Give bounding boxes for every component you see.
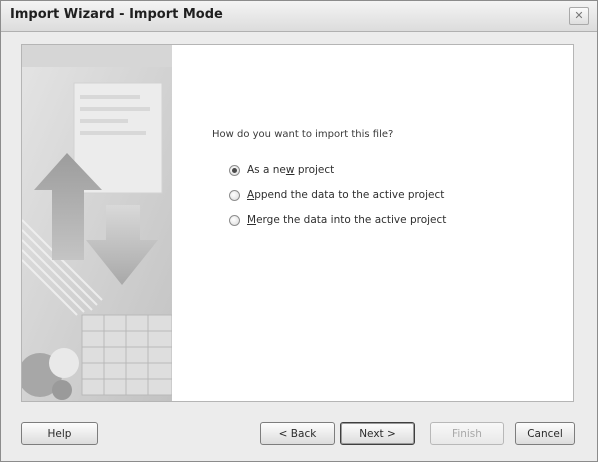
title-bar[interactable]: Import Wizard - Import Mode ✕ [1, 1, 597, 32]
finish-button[interactable]: Finish [430, 422, 504, 445]
help-button[interactable]: Help [21, 422, 98, 445]
close-button[interactable]: ✕ [569, 7, 589, 25]
radio-append-data[interactable] [229, 189, 240, 201]
import-wizard-window: Import Wizard - Import Mode ✕ How do you… [0, 0, 598, 462]
back-button[interactable]: < Back [260, 422, 335, 445]
wizard-side-illustration [22, 45, 172, 401]
illustration-graphic [22, 45, 172, 401]
option-as-new-project[interactable]: As a new project [229, 162, 334, 178]
cancel-button[interactable]: Cancel [515, 422, 575, 445]
option-merge-data[interactable]: Merge the data into the active project [229, 212, 446, 228]
radio-as-new-project[interactable] [229, 164, 240, 176]
next-button[interactable]: Next > [340, 422, 415, 445]
wizard-content-panel: How do you want to import this file? As … [21, 44, 574, 402]
window-title: Import Wizard - Import Mode [10, 7, 223, 22]
import-question: How do you want to import this file? [212, 129, 394, 140]
option-label-as-new-project: As a new project [247, 164, 335, 176]
radio-merge-data[interactable] [229, 214, 240, 226]
option-label-merge-data: Merge the data into the active project [247, 214, 447, 226]
option-label-append-data: Append the data to the active project [247, 189, 445, 201]
close-icon: ✕ [574, 9, 584, 22]
option-append-data[interactable]: Append the data to the active project [229, 187, 444, 203]
